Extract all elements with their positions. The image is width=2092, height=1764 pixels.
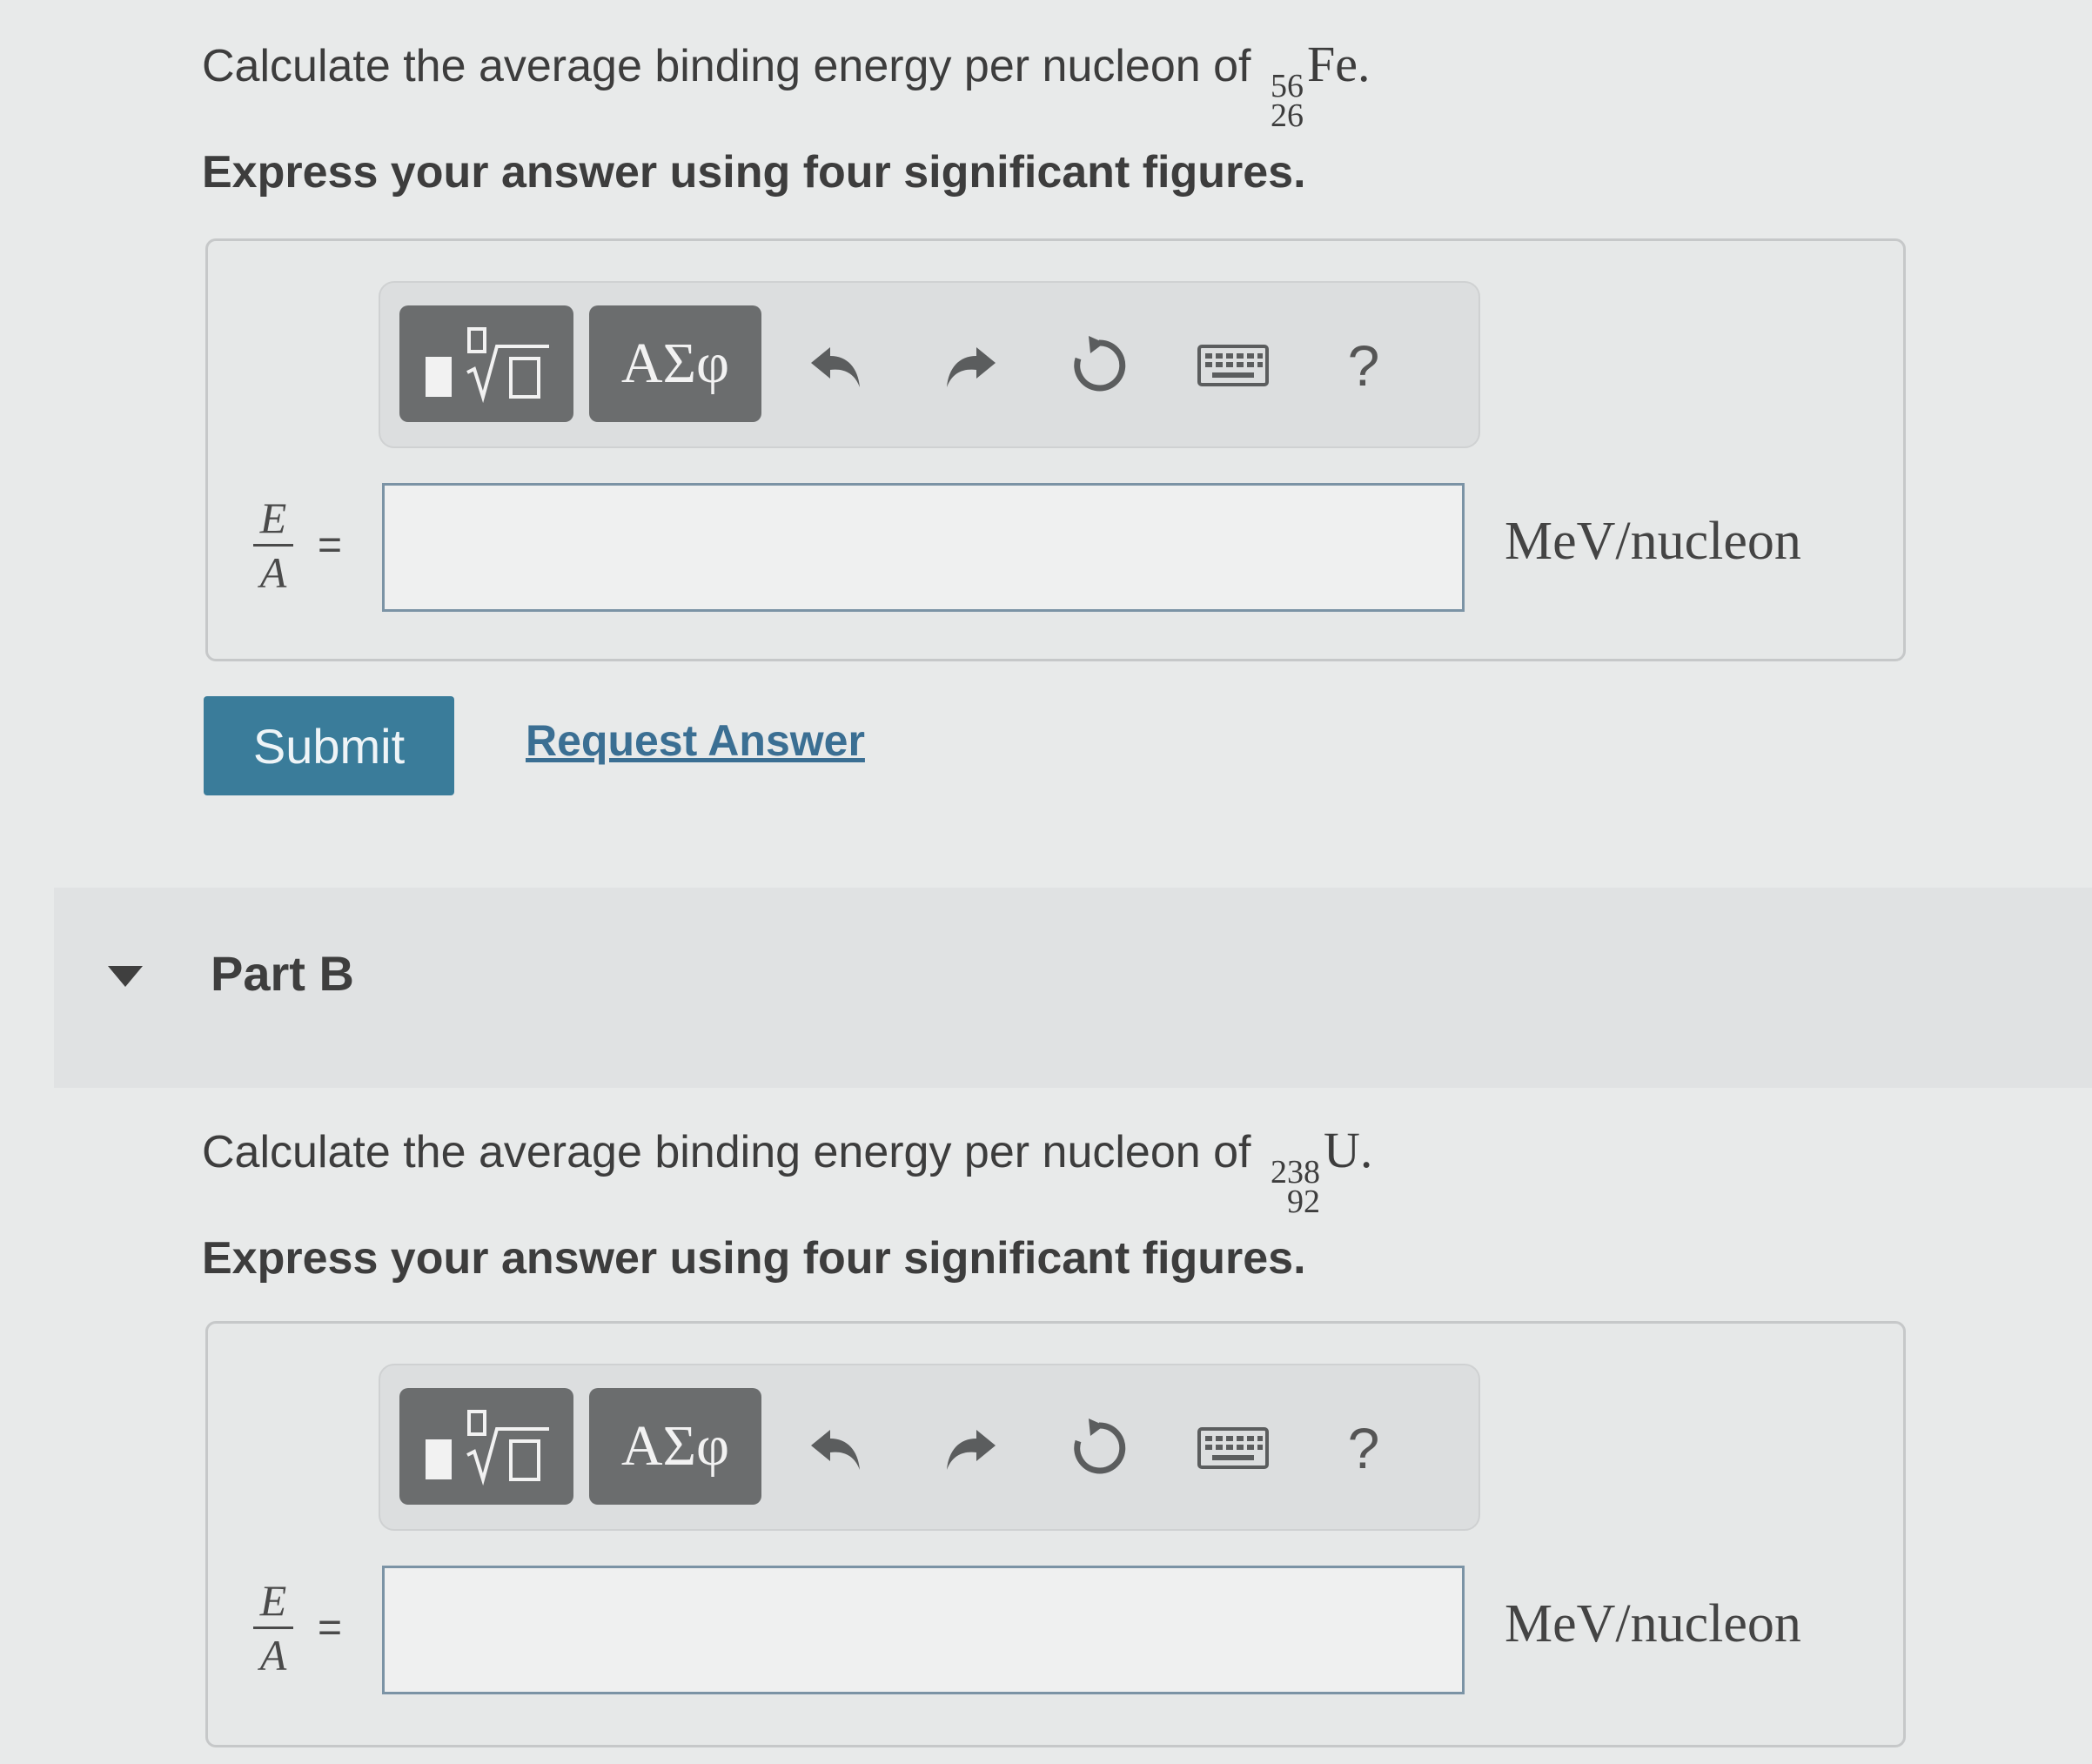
part-a-keyboard-button[interactable] [1190, 318, 1277, 413]
part-b-denominator: A [259, 1631, 287, 1680]
part-b-numerator: E [259, 1576, 287, 1625]
part-a-nuclide-atomic: 26 [1270, 97, 1304, 134]
part-b-nuclide: 238 92 U. [1270, 1121, 1373, 1220]
part-b-question: Calculate the average binding energy per… [202, 1121, 1373, 1220]
part-a-submit-button[interactable]: Submit [204, 696, 454, 795]
part-b-nuclide-symbol: U [1323, 1122, 1360, 1178]
undo-icon [811, 347, 860, 387]
part-a-math-toolbar: ΑΣφ ? [379, 281, 1480, 448]
part-a-question-text: Calculate the average binding energy per… [202, 41, 1251, 91]
part-b-nuclide-mass: 238 [1270, 1154, 1320, 1191]
part-a-answer-panel: ΑΣφ ? E A = MeV/nucleon [205, 238, 1906, 661]
part-b-instruction: Express your answer using four significa… [202, 1233, 1306, 1284]
part-b-title: Part B [211, 946, 354, 1001]
part-b-reset-button[interactable] [1056, 1400, 1143, 1496]
part-a-numerator: E [259, 493, 287, 542]
part-b-question-text: Calculate the average binding energy per… [202, 1127, 1251, 1177]
part-b-undo-button[interactable] [793, 1400, 880, 1496]
part-a-answer-input[interactable] [382, 483, 1465, 612]
part-a-templates-button[interactable] [399, 305, 573, 422]
part-a-symbols-button[interactable]: ΑΣφ [589, 305, 761, 422]
part-b-math-toolbar: ΑΣφ ? [379, 1364, 1480, 1531]
keyboard-icon [1197, 345, 1269, 386]
part-b-equation-label: E A = [253, 1576, 342, 1680]
part-b-templates-button[interactable] [399, 1388, 573, 1505]
redo-icon [947, 1430, 996, 1470]
part-a-equals-sign: = [318, 522, 343, 568]
part-a-reset-button[interactable] [1056, 318, 1143, 413]
templates-icon [426, 327, 549, 404]
part-a-redo-button[interactable] [927, 318, 1014, 413]
part-a-question: Calculate the average binding energy per… [202, 35, 1371, 134]
redo-icon [947, 347, 996, 387]
part-a-nuclide-symbol: Fe [1306, 36, 1358, 92]
part-a-help-button[interactable]: ? [1320, 318, 1407, 413]
reset-icon [1074, 336, 1126, 392]
undo-icon [811, 1430, 860, 1470]
caret-down-icon [108, 966, 143, 987]
part-b-symbols-button[interactable]: ΑΣφ [589, 1388, 761, 1505]
part-a-nuclide-mass: 56 [1270, 68, 1304, 104]
part-b-answer-panel: ΑΣφ ? E A = MeV/nucleon [205, 1321, 1906, 1747]
part-a-nuclide: 56 26 Fe. [1270, 35, 1371, 134]
keyboard-icon [1197, 1427, 1269, 1469]
part-a-question-period: . [1357, 36, 1371, 92]
part-b-equals-sign: = [318, 1605, 343, 1651]
part-a-unit-label: MeV/nucleon [1505, 512, 1801, 571]
part-b-question-period: . [1359, 1122, 1373, 1178]
part-a-equation-label: E A = [253, 493, 342, 597]
part-a-request-answer-link[interactable]: Request Answer [526, 715, 865, 766]
part-b-header[interactable]: Part B [54, 888, 2092, 1088]
part-b-unit-label: MeV/nucleon [1505, 1594, 1801, 1653]
templates-icon [426, 1410, 549, 1486]
part-a-denominator: A [259, 548, 287, 597]
part-a-instruction: Express your answer using four significa… [202, 147, 1306, 198]
part-b-help-button[interactable]: ? [1320, 1400, 1407, 1496]
reset-icon [1074, 1419, 1126, 1474]
part-b-keyboard-button[interactable] [1190, 1400, 1277, 1496]
part-b-redo-button[interactable] [927, 1400, 1014, 1496]
part-b-nuclide-atomic: 92 [1286, 1184, 1320, 1220]
part-a-undo-button[interactable] [793, 318, 880, 413]
part-b-answer-input[interactable] [382, 1566, 1465, 1694]
